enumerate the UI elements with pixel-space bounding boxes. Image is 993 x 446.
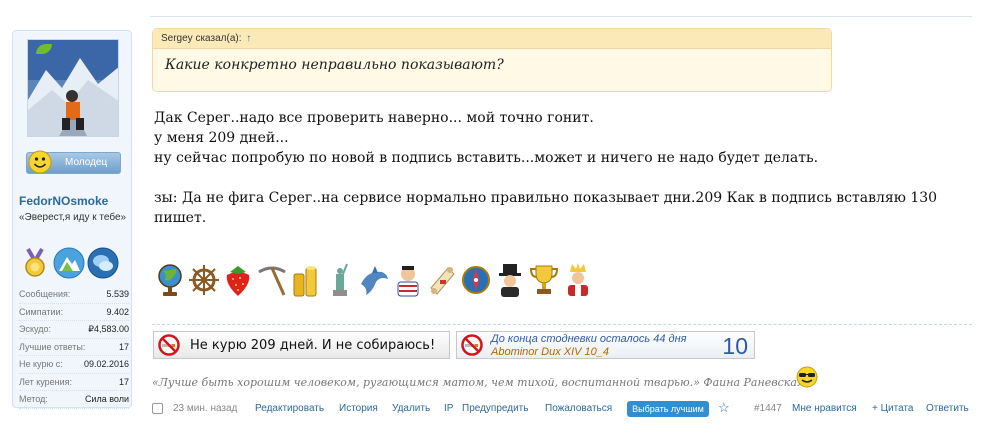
select-best-button[interactable]: Выбрать лучшим [627, 401, 709, 417]
quote-block: Sergey сказал(а): ↑ Какие конкретно непр… [152, 28, 832, 92]
quote-header: Sergey сказал(а): ↑ [153, 29, 831, 49]
message-line: зы: Да не фига Серег..на сервисе нормаль… [154, 190, 938, 226]
message-line: Дак Серег..надо все проверить наверно...… [154, 110, 594, 126]
no-smoking-icon [461, 334, 483, 356]
statue-of-liberty-icon [333, 263, 348, 296]
no-smoking-banner[interactable]: Не курю 209 дней. И не собираюсь! [153, 331, 450, 359]
globe-icon [158, 264, 182, 296]
stat-row: Метод: Сила воли [19, 391, 129, 409]
stodnevka-banner[interactable]: До конца стодневки осталось 44 дня Abomi… [456, 331, 755, 359]
no-smoking-icon [158, 334, 180, 356]
quote-jump-link[interactable]: ↑ [246, 33, 251, 44]
reply-link[interactable]: Ответить [926, 403, 969, 414]
stat-row: Сообщения: 5.539 [19, 286, 129, 304]
cool-smiley-icon [796, 366, 818, 388]
like-link[interactable]: Мне нравится [792, 403, 857, 414]
rank-badge: Молодец [26, 150, 121, 174]
scroll-icon [430, 267, 455, 295]
trophy-row [19, 247, 129, 281]
stat-row: Эскудо: ₽4,583.00 [19, 321, 129, 339]
post-actions: 23 мин. назад Редактировать История Удал… [152, 400, 974, 419]
top-divider [150, 16, 972, 17]
ship-wheel-icon [189, 265, 219, 295]
history-link[interactable]: История [339, 403, 378, 414]
signature-quote: «Лучше быть хорошим человеком, ругающимс… [152, 376, 816, 389]
gentleman-icon [499, 264, 521, 297]
king-icon [568, 263, 588, 296]
stat-row: Лет курения: 17 [19, 374, 129, 391]
stodnevka-number: 10 [722, 333, 748, 359]
message-line: ну сейчас попробую по новой в подпись вс… [154, 150, 819, 166]
medal-icon[interactable] [19, 247, 51, 279]
username[interactable]: FedorNOsmoke [19, 194, 108, 208]
strawberry-icon [226, 266, 250, 296]
compass-icon [462, 266, 490, 294]
bookmark-star-icon[interactable]: ☆ [718, 400, 730, 416]
warn-link[interactable]: Предупредить [462, 403, 528, 414]
avatar[interactable] [27, 39, 119, 137]
pickaxe-icon [258, 266, 286, 296]
mountain-badge-icon[interactable] [53, 247, 85, 279]
stodnevka-title: Abominor Dux XIV 10_4 [491, 346, 610, 358]
user-title: «Эверест,я иду к тебе» [19, 212, 127, 223]
message-body: Дак Серег..надо все проверить наверно...… [154, 108, 974, 228]
signature-divider [152, 324, 972, 325]
post-number[interactable]: #1447 [754, 403, 782, 414]
quote-text: Какие конкретно неправильно показывают? [165, 57, 504, 73]
stat-row: Не курю с: 09.02.2016 [19, 356, 129, 374]
quote-link[interactable]: + Цитата [872, 403, 913, 414]
select-post-checkbox[interactable] [152, 403, 163, 414]
smiley-row [154, 262, 614, 300]
smiley-icon [28, 150, 52, 174]
user-panel: Молодец FedorNOsmoke «Эверест,я иду к те… [12, 30, 132, 409]
ip-link[interactable]: IP [444, 403, 453, 414]
no-smoking-text: Не курю 209 дней. И не собираюсь! [190, 338, 436, 353]
delete-link[interactable]: Удалить [392, 403, 430, 414]
user-stats: Сообщения: 5.539 Симпатии: 9.402 Эскудо: ₽4… [19, 286, 129, 409]
rank-label: Молодец [65, 157, 108, 168]
quote-author: Sergey сказал(а): [161, 33, 242, 44]
stat-row: Лучшие ответы: 17 [19, 339, 129, 356]
gold-coins-icon [293, 266, 317, 297]
trophy-cup-icon [529, 265, 559, 294]
message-line: у меня 209 дней... [154, 130, 289, 146]
chat-badge-icon[interactable] [87, 247, 119, 279]
stat-row: Симпатии: 9.402 [19, 304, 129, 321]
edit-link[interactable]: Редактировать [255, 403, 324, 414]
dolphin-icon [361, 266, 388, 295]
sailor-icon [397, 266, 419, 297]
report-link[interactable]: Пожаловаться [545, 403, 612, 414]
stodnevka-countdown: До конца стодневки осталось 44 дня [491, 333, 687, 345]
post-time[interactable]: 23 мин. назад [173, 403, 237, 414]
